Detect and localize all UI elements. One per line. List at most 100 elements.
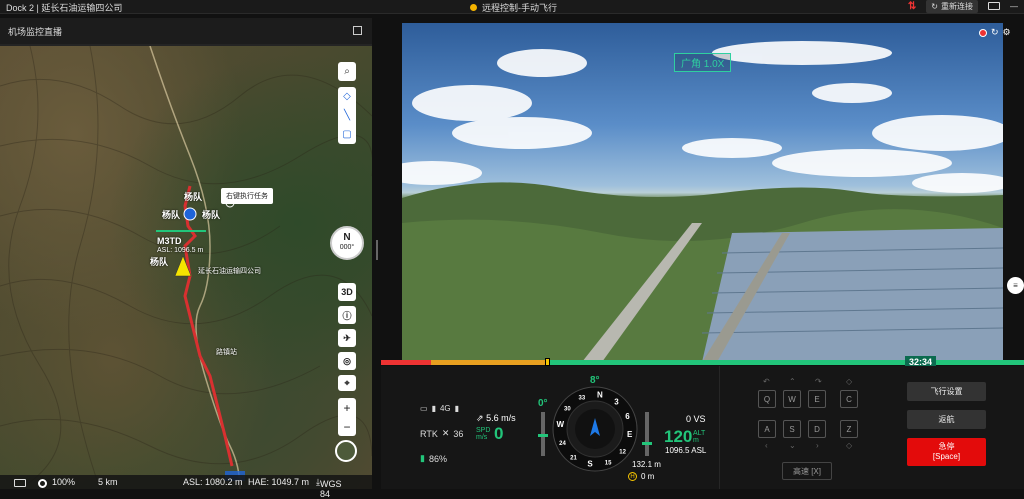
team-label: 杨队 — [184, 192, 203, 202]
settings-icon[interactable]: ⚙ — [1003, 27, 1011, 38]
flight-settings-button[interactable]: 飞行设置 — [907, 382, 986, 401]
map-asl: ASL: 1080.2 m — [183, 477, 243, 487]
mode-title: 远程控制-手动飞行 — [482, 3, 557, 13]
key-c[interactable]: C — [840, 390, 858, 408]
pitch-bar — [538, 412, 548, 456]
signal-alert-icon[interactable]: ⇅ — [908, 1, 916, 12]
speed-mode-button[interactable]: 高速 [X] — [782, 462, 832, 480]
map-compass[interactable]: N 000° — [330, 226, 364, 260]
compass-ring-label: S — [587, 460, 593, 469]
spd-value: 0 — [494, 424, 504, 443]
return-home-button[interactable]: 返航 — [907, 410, 986, 429]
compass-degree: 000° — [339, 244, 355, 251]
map-overlay — [0, 46, 372, 489]
arrow-left-icon: ‹ — [765, 441, 768, 450]
panel-splitter[interactable] — [376, 240, 378, 260]
camera-feed[interactable] — [402, 23, 1003, 362]
draw-toolbar: ◇ ╲ ▢ — [338, 87, 356, 144]
horizontal-speed: ⇗ 5.6 m/s — [476, 413, 516, 424]
keyboard-icon[interactable] — [988, 1, 1000, 12]
compass-ring-label: 3 — [614, 397, 619, 406]
compass-ring-label: N — [597, 390, 603, 399]
map-toolbar: ⌕ — [338, 62, 356, 81]
window-title: Dock 2 | 延长石油运输四公司 — [6, 3, 123, 13]
spd-label: SPD m/s — [476, 427, 490, 441]
station-label: 路镇站 — [216, 349, 237, 356]
zoom-in-icon[interactable]: + — [343, 401, 350, 415]
compass-ring-label: 12 — [619, 450, 626, 456]
map-layer-thumbnail[interactable] — [335, 440, 357, 462]
3d-toggle-button[interactable]: 3D — [338, 283, 356, 301]
area-icon[interactable]: ▢ — [338, 125, 356, 144]
record-icon[interactable] — [979, 28, 987, 37]
emergency-label: 急停 — [938, 442, 955, 451]
heading-value: 8° — [590, 375, 600, 386]
wind-icon: ⇗ — [476, 413, 484, 423]
gimbal-down-icon: ◇ — [846, 441, 853, 450]
team-label: 杨队 — [162, 210, 181, 220]
key-d[interactable]: D — [808, 420, 826, 438]
expand-icon[interactable] — [353, 26, 362, 35]
compass-ring-label: 24 — [559, 441, 566, 447]
team-label: 杨队 — [202, 210, 221, 220]
map-view[interactable] — [0, 46, 372, 489]
map-scale: 5 km — [98, 477, 118, 487]
locate-icon[interactable]: ◎ — [338, 352, 356, 370]
vertical-speed: 0 VS — [686, 414, 706, 424]
minimize-icon[interactable]: — — [1010, 2, 1018, 11]
compass-ring-label: E — [627, 430, 633, 439]
drone-asl-label: ASL: 1096.5 m — [157, 247, 204, 254]
datum-label: ⤓ WGS 84 — [316, 477, 342, 499]
altitude-label: ALT m — [693, 430, 705, 444]
altitude-bar — [642, 412, 652, 456]
distance-value: 132.1 m — [632, 460, 661, 469]
arrow-up-icon: ⌃ — [789, 377, 796, 386]
satellite-icon: ✕ — [441, 428, 450, 438]
team-label: 杨队 — [150, 257, 169, 267]
emergency-shortcut: [Space] — [932, 452, 961, 461]
dock-label: 延长石油运输四公司 — [198, 268, 261, 275]
info-icon[interactable]: ⓘ — [338, 306, 356, 324]
attitude-compass: N 36 E 12 15 S 21 24 W 30 33 — [552, 386, 638, 472]
signal-bars-icon: ▮ — [431, 404, 436, 413]
key-w[interactable]: W — [783, 390, 801, 408]
timeline-marker[interactable] — [545, 358, 550, 366]
gimbal-pitch: 0° — [538, 398, 548, 409]
chat-icon[interactable]: ≡ — [1007, 277, 1024, 294]
compass-ring-label: 6 — [625, 412, 630, 421]
camera-scene — [402, 41, 1003, 362]
key-q[interactable]: Q — [758, 390, 776, 408]
camera-zoom-tag[interactable]: 广角 1.0X — [674, 53, 732, 72]
focus-icon[interactable]: ⌖ — [338, 375, 356, 391]
point-icon[interactable]: ◇ — [338, 87, 356, 106]
rtk-sats: 36 — [453, 428, 464, 439]
gimbal-icon: ◇ — [846, 377, 853, 386]
rtk-row: RTK ✕ 36 — [420, 428, 463, 439]
status-dot-icon — [470, 4, 477, 11]
rotate-left-icon: ↶ — [763, 377, 770, 386]
spd-label-unit: m/s — [476, 434, 488, 441]
zoom-out-icon[interactable]: − — [343, 420, 350, 434]
line-icon[interactable]: ╲ — [338, 106, 356, 125]
key-s[interactable]: S — [783, 420, 801, 438]
timeline-orange-segment — [431, 360, 546, 365]
map-hae: HAE: 1049.7 m — [248, 477, 310, 487]
key-z[interactable]: Z — [840, 420, 858, 438]
altitude-marker — [642, 442, 652, 445]
search-icon[interactable]: ⌕ — [338, 62, 356, 81]
title-bar: Dock 2 | 延长石油运输四公司 远程控制-手动飞行 ⇅ ↻ 重新连接 — — [0, 0, 1024, 14]
compass-ring-label: W — [557, 420, 565, 429]
refresh-icon[interactable]: ↻ — [991, 27, 999, 38]
key-a[interactable]: A — [758, 420, 776, 438]
compass-north-label: N — [343, 232, 351, 243]
key-e[interactable]: E — [808, 390, 826, 408]
emergency-stop-button[interactable]: 急停 [Space] — [907, 438, 986, 466]
pitch-marker — [538, 434, 548, 437]
aircraft-icon[interactable]: ✈ — [338, 329, 356, 347]
reconnect-button[interactable]: ↻ 重新连接 — [926, 0, 978, 13]
camera-controls: ↻ ⚙ — [979, 27, 1011, 38]
compass-ring-label: 15 — [605, 461, 612, 467]
compass-ring-label: 33 — [579, 396, 586, 402]
drone-model-label: M3TD — [157, 236, 182, 246]
map-zoom-level: 100% — [52, 477, 76, 487]
